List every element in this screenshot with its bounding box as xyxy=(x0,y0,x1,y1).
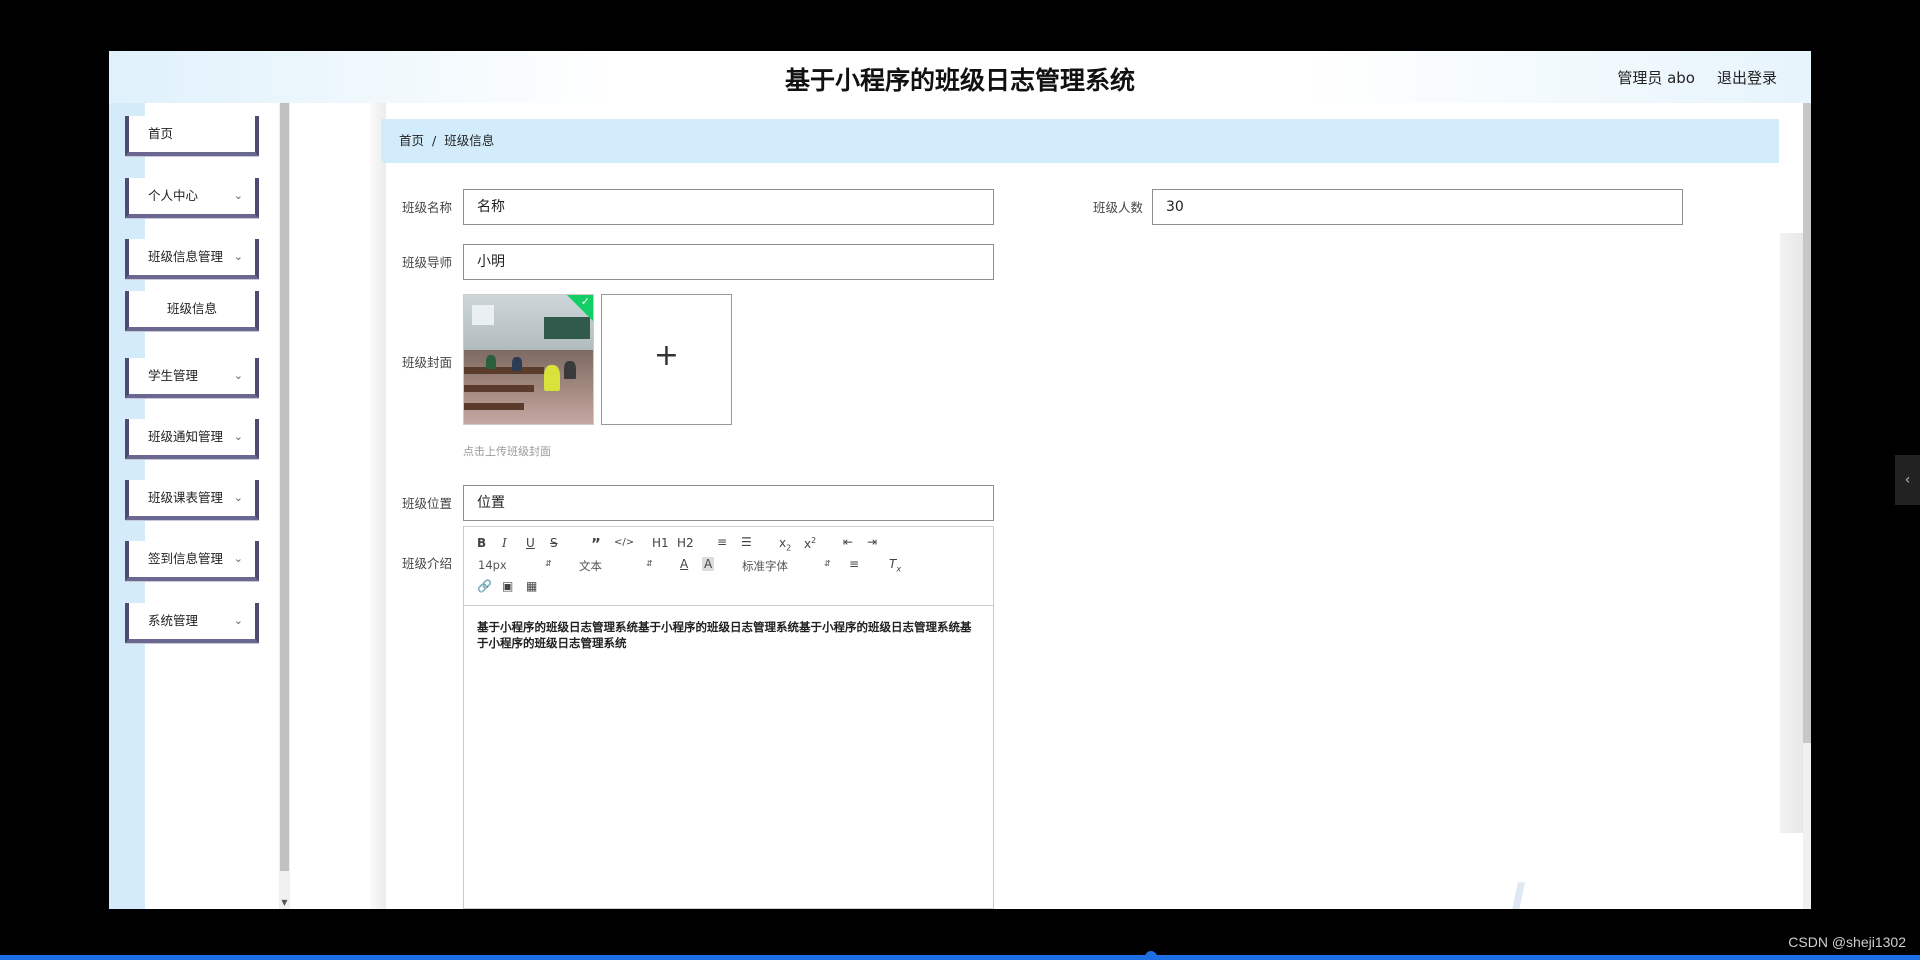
chevron-down-icon: ⌄ xyxy=(233,189,243,202)
main-content: 首页 / 班级信息 班级名称 名称 班级人数 30 班级导师 小明 班级封面 ✓… xyxy=(290,103,1811,909)
class-intro-label: 班级介绍 xyxy=(402,556,453,571)
blockquote-icon[interactable]: ” xyxy=(591,535,601,553)
main-scrollbar[interactable] xyxy=(1803,103,1811,909)
scroll-down-arrow-icon[interactable]: ▼ xyxy=(280,898,289,907)
editor-content[interactable]: 基于小程序的班级日志管理系统基于小程序的班级日志管理系统基于小程序的班级日志管理… xyxy=(477,619,982,651)
sidebar-item-personal-center[interactable]: 个人中心 ⌄ xyxy=(125,178,259,218)
cover-image-thumbnail[interactable]: ✓ xyxy=(463,294,594,425)
sidebar-item-schedule-management[interactable]: 班级课表管理 ⌄ xyxy=(125,480,259,520)
sidebar-item-label: 个人中心 xyxy=(148,188,199,203)
select-arrows-icon: ⇵ xyxy=(545,559,552,568)
header-1-icon[interactable]: H1 xyxy=(652,536,669,550)
admin-name: 管理员 abo xyxy=(1617,69,1695,87)
sidebar-item-label: 学生管理 xyxy=(148,368,199,383)
sidebar-item-system-management[interactable]: 系统管理 ⌄ xyxy=(125,603,259,643)
main-scrollbar-thumb[interactable] xyxy=(1803,103,1811,743)
subscript-icon[interactable]: x2 xyxy=(779,536,791,552)
logout-link[interactable]: 退出登录 xyxy=(1717,67,1777,88)
select-arrows-icon: ⇵ xyxy=(646,559,653,568)
sidebar-item-signin-management[interactable]: 签到信息管理 ⌄ xyxy=(125,541,259,581)
check-icon: ✓ xyxy=(580,295,590,308)
font-family-value: 标准字体 xyxy=(742,559,788,573)
sidebar-item-label: 班级通知管理 xyxy=(148,429,224,444)
breadcrumb-home[interactable]: 首页 xyxy=(399,133,424,148)
header-2-icon[interactable]: H2 xyxy=(677,536,694,550)
underline-icon[interactable]: U xyxy=(526,536,535,550)
sidebar-subitem-class-info[interactable]: 班级信息 xyxy=(125,291,259,331)
sidebar-item-label: 班级课表管理 xyxy=(148,490,224,505)
align-icon[interactable]: ≡ xyxy=(849,557,859,571)
video-progress-bar[interactable] xyxy=(0,955,1920,960)
header-select-value: 文本 xyxy=(579,559,602,573)
sidebar-item-notice-management[interactable]: 班级通知管理 ⌄ xyxy=(125,419,259,459)
class-info-form: 班级名称 名称 班级人数 30 班级导师 小明 班级封面 ✓ + 点击上传班级封… xyxy=(381,163,1779,909)
class-teacher-input[interactable]: 小明 xyxy=(463,244,994,280)
sidebar-item-label: 班级信息 xyxy=(166,301,217,316)
class-teacher-label: 班级导师 xyxy=(402,255,453,270)
chevron-down-icon: ⌄ xyxy=(233,552,243,565)
sidebar-item-label: 班级信息管理 xyxy=(148,249,224,264)
breadcrumb-separator: / xyxy=(432,133,437,148)
outdent-icon[interactable]: ⇤ xyxy=(843,535,853,549)
top-bar: 基于小程序的班级日志管理系统 管理员 abo 退出登录 xyxy=(109,51,1811,103)
sidebar-item-home[interactable]: 首页 xyxy=(125,116,259,156)
sidebar-scrollbar[interactable]: ▼ xyxy=(279,103,290,909)
sidebar-item-label: 系统管理 xyxy=(148,613,199,628)
superscript-icon[interactable]: x2 xyxy=(804,536,816,551)
image-icon[interactable]: ▣ xyxy=(502,579,513,593)
chevron-down-icon: ⌄ xyxy=(233,614,243,627)
code-block-icon[interactable]: </> xyxy=(614,537,634,548)
strikethrough-icon[interactable]: S xyxy=(550,536,558,550)
indent-icon[interactable]: ⇥ xyxy=(867,535,877,549)
chevron-left-icon[interactable]: ‹ xyxy=(1895,455,1920,505)
breadcrumb: 首页 / 班级信息 xyxy=(381,119,1779,163)
video-icon[interactable]: ▦ xyxy=(526,579,537,593)
italic-icon[interactable]: I xyxy=(502,536,507,550)
class-count-label: 班级人数 xyxy=(1093,200,1144,215)
class-location-label: 班级位置 xyxy=(402,496,453,511)
class-name-input[interactable]: 名称 xyxy=(463,189,994,225)
background-decoration xyxy=(1780,233,1804,833)
editor-toolbar: B I U S ” </> H1 H2 ≡ ☰ x2 x2 ⇤ ⇥ 14px ⇵… xyxy=(464,527,993,606)
ordered-list-icon[interactable]: ≡ xyxy=(717,535,727,549)
video-progress-handle[interactable] xyxy=(1145,951,1157,960)
clear-format-icon[interactable]: Tx xyxy=(889,557,901,573)
sidebar-item-label: 签到信息管理 xyxy=(148,551,224,566)
rich-text-editor[interactable]: B I U S ” </> H1 H2 ≡ ☰ x2 x2 ⇤ ⇥ 14px ⇵… xyxy=(463,526,994,909)
bullet-list-icon[interactable]: ☰ xyxy=(741,535,752,549)
class-name-label: 班级名称 xyxy=(402,200,453,215)
chevron-down-icon: ⌄ xyxy=(233,430,243,443)
sidebar: 首页 个人中心 ⌄ 班级信息管理 ⌄ 班级信息 学生管理 ⌄ 班级通知管理 ⌄ xyxy=(109,103,279,909)
chevron-down-icon: ⌄ xyxy=(233,369,243,382)
sidebar-item-label: 首页 xyxy=(148,126,174,141)
sidebar-item-class-info-management[interactable]: 班级信息管理 ⌄ xyxy=(125,239,259,279)
font-color-icon[interactable]: A xyxy=(680,557,688,571)
cover-upload-hint: 点击上传班级封面 xyxy=(463,445,551,458)
app-title: 基于小程序的班级日志管理系统 xyxy=(784,66,1135,95)
upload-cover-button[interactable]: + xyxy=(601,294,732,425)
breadcrumb-current: 班级信息 xyxy=(444,133,495,148)
class-location-input[interactable]: 位置 xyxy=(463,485,994,521)
bold-icon[interactable]: B xyxy=(477,536,486,550)
class-cover-label: 班级封面 xyxy=(402,355,453,370)
select-arrows-icon: ⇵ xyxy=(824,559,831,568)
header-select[interactable]: 文本 ⇵ xyxy=(579,558,654,574)
link-icon[interactable]: 🔗 xyxy=(477,579,492,593)
app-window: 基于小程序的班级日志管理系统 管理员 abo 退出登录 首页 个人中心 ⌄ 班级… xyxy=(109,51,1811,909)
credit-text: CSDN @sheji1302 xyxy=(1788,934,1906,950)
sidebar-scrollbar-thumb[interactable] xyxy=(280,103,289,871)
class-count-input[interactable]: 30 xyxy=(1152,189,1683,225)
plus-icon: + xyxy=(653,338,680,373)
chevron-down-icon: ⌄ xyxy=(233,491,243,504)
font-size-value: 14px xyxy=(478,558,507,572)
chevron-down-icon: ⌄ xyxy=(233,250,243,263)
background-color-icon[interactable]: A xyxy=(702,557,715,571)
font-family-select[interactable]: 标准字体 ⇵ xyxy=(742,558,832,574)
font-size-select[interactable]: 14px ⇵ xyxy=(478,558,553,572)
sidebar-item-student-management[interactable]: 学生管理 ⌄ xyxy=(125,358,259,398)
screen: 基于小程序的班级日志管理系统 管理员 abo 退出登录 首页 个人中心 ⌄ 班级… xyxy=(0,0,1920,960)
